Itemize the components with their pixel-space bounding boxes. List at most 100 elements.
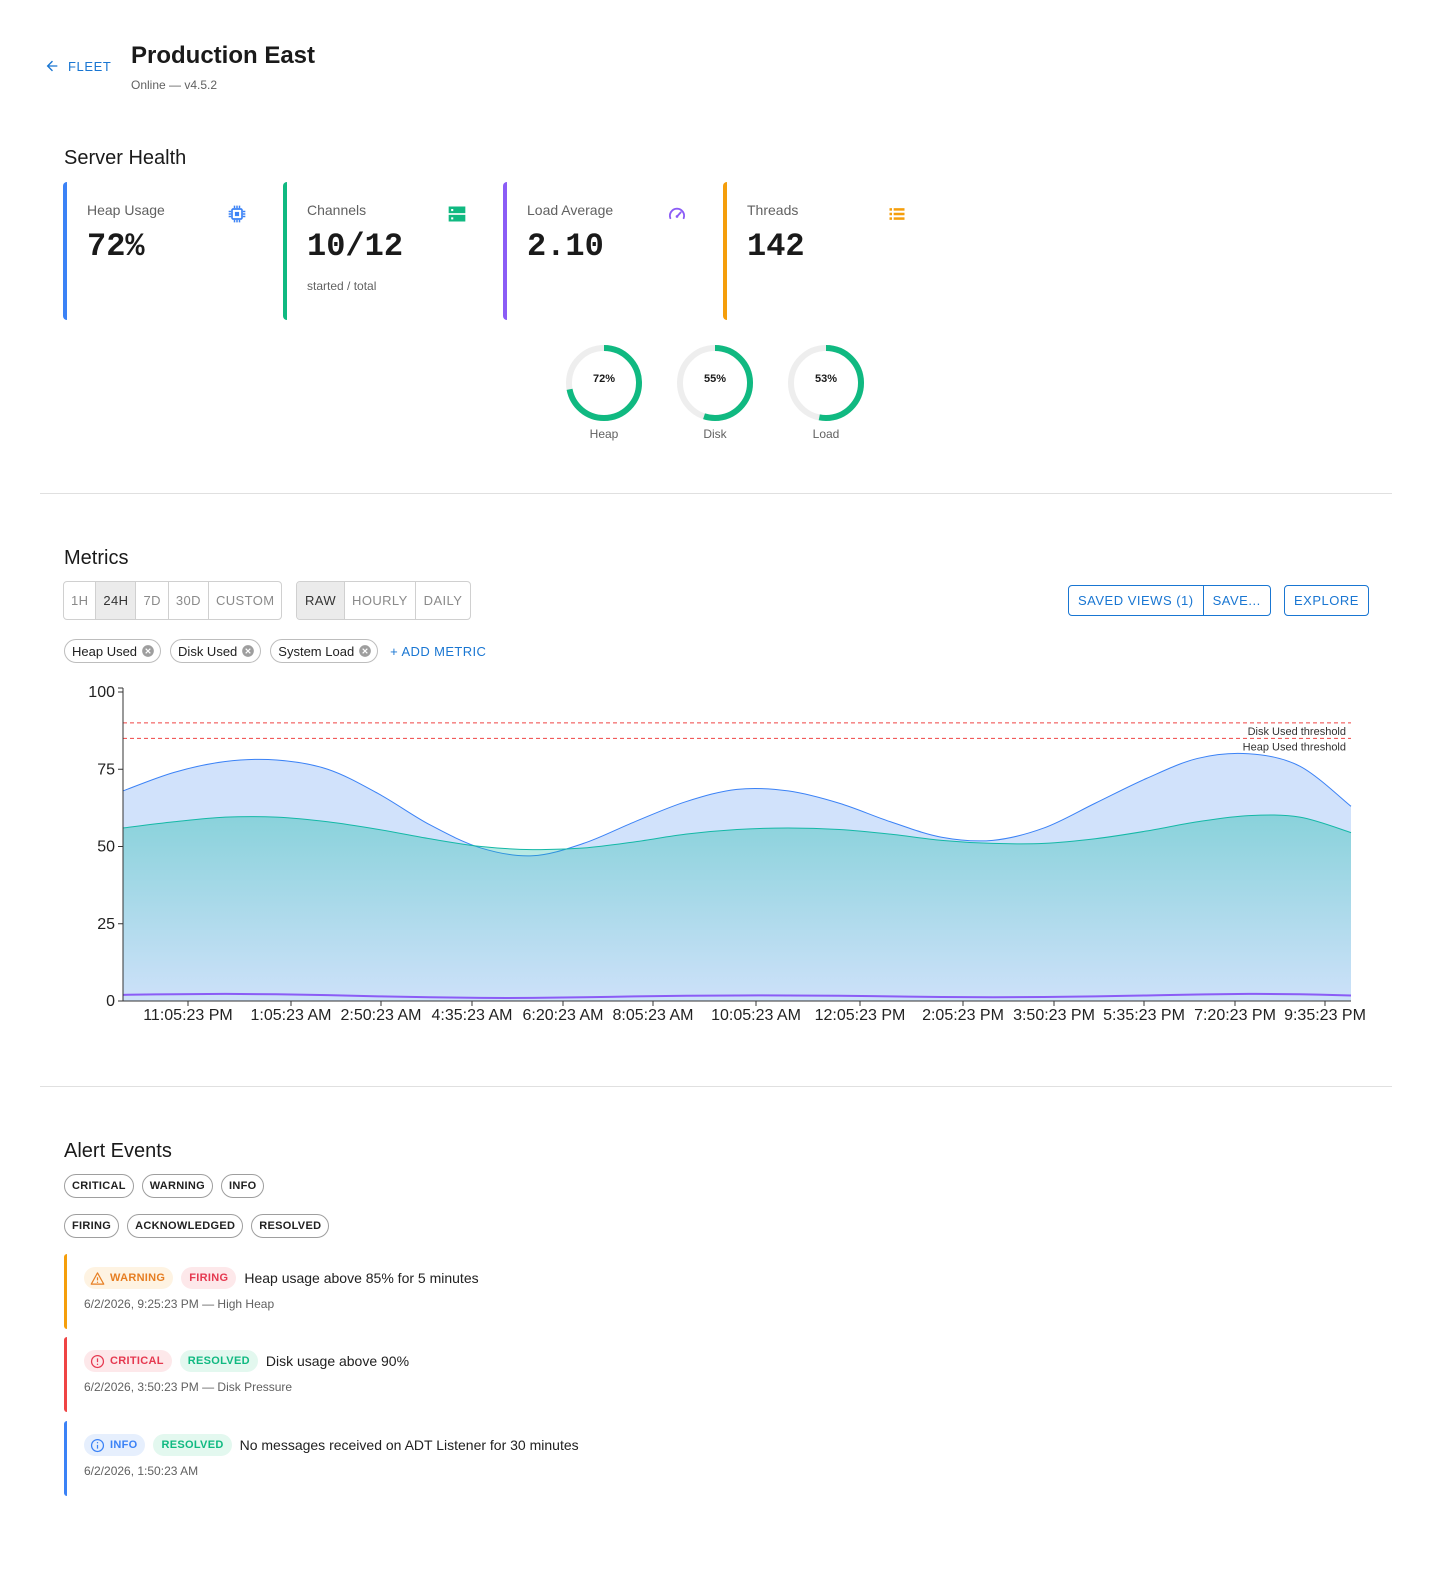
resolution-hourly-button[interactable]: HOURLY	[345, 582, 416, 619]
filter-warning[interactable]: WARNING	[141, 1174, 213, 1198]
load-average-card: Load Average 2.10	[503, 182, 703, 320]
state-badge: RESOLVED	[153, 1434, 232, 1456]
alert-message: Heap usage above 85% for 5 minutes	[244, 1270, 479, 1286]
error-circle-icon	[90, 1354, 105, 1368]
metrics-chart: Disk Used threshold Heap Used threshold 0 2…	[88, 684, 1366, 1024]
x-tick-label: 3:50:23 PM	[1013, 1007, 1095, 1024]
x-tick-label: 12:05:23 PM	[815, 1007, 906, 1024]
severity-badge: CRITICAL	[84, 1350, 172, 1372]
range-1h-button[interactable]: 1H	[64, 582, 97, 619]
back-to-fleet-button[interactable]: FLEET	[44, 58, 111, 74]
server-health-title: Server Health	[64, 147, 187, 169]
y-tick-label: 0	[106, 993, 115, 1010]
info-circle-icon	[90, 1438, 105, 1452]
severity-badge: INFO	[84, 1434, 146, 1456]
range-custom-button[interactable]: CUSTOM	[209, 582, 281, 619]
disk-gauge: 55% Disk	[675, 343, 755, 441]
saved-views-group: SAVED VIEWS (1) SAVE...	[1068, 585, 1271, 616]
x-tick-label: 2:50:23 AM	[341, 1007, 422, 1024]
severity-text: INFO	[110, 1439, 138, 1451]
alert-meta: 6/2/2026, 1:50:23 AM	[84, 1464, 199, 1478]
state-badge: RESOLVED	[179, 1350, 258, 1372]
back-label: FLEET	[68, 58, 112, 74]
card-subtext: started / total	[307, 279, 377, 293]
severity-text: WARNING	[110, 1272, 166, 1284]
warning-triangle-icon	[90, 1271, 105, 1285]
threshold-label: Heap Used threshold	[1243, 741, 1346, 753]
explore-group: EXPLORE	[1284, 585, 1369, 616]
range-24h-button[interactable]: 24H	[96, 582, 137, 619]
speedometer-icon	[669, 207, 685, 220]
alert-message: No messages received on ADT Listener for…	[239, 1437, 579, 1453]
threads-card: Threads 142	[723, 182, 923, 320]
saved-views-button[interactable]: SAVED VIEWS (1)	[1069, 586, 1204, 615]
explore-button[interactable]: EXPLORE	[1285, 586, 1368, 615]
page-title: Production East	[131, 42, 316, 69]
alert-meta: 6/2/2026, 9:25:23 PM — High Heap	[84, 1297, 275, 1311]
gauge-label: Heap	[589, 427, 619, 441]
load-gauge: 53% Load	[786, 343, 866, 441]
metric-chips: Heap Used Disk Used System Load + ADD ME…	[64, 639, 486, 663]
gauge-percent: 53%	[814, 373, 838, 385]
alert-item[interactable]: CRITICAL RESOLVED Disk usage above 90% 6…	[64, 1337, 764, 1412]
time-range-group: 1H 24H 7D 30D CUSTOM	[63, 581, 283, 620]
remove-chip-icon[interactable]	[241, 644, 255, 658]
severity-badge: WARNING	[84, 1267, 174, 1289]
x-tick-label: 4:35:23 AM	[432, 1007, 513, 1024]
channels-card: Channels 10/12 started / total	[283, 182, 483, 320]
severity-filters: CRITICAL WARNING INFO	[64, 1174, 265, 1198]
resolution-raw-button[interactable]: RAW	[297, 582, 346, 619]
filter-info[interactable]: INFO	[221, 1174, 265, 1198]
card-value: 2.10	[527, 228, 604, 265]
card-value: 10/12	[307, 228, 404, 265]
list-icon	[889, 208, 905, 220]
server-icon	[448, 206, 466, 222]
state-filters: FIRING ACKNOWLEDGED RESOLVED	[64, 1214, 330, 1238]
card-value: 142	[747, 228, 805, 265]
metric-chip-label: Heap Used	[72, 643, 138, 659]
alert-item[interactable]: WARNING FIRING Heap usage above 85% for …	[64, 1254, 764, 1329]
x-tick-label: 10:05:23 AM	[711, 1007, 801, 1024]
x-tick-label: 9:35:23 PM	[1284, 1007, 1366, 1024]
section-divider	[40, 1086, 1392, 1087]
server-status: Online — v4.5.2	[131, 78, 218, 92]
remove-chip-icon[interactable]	[141, 644, 155, 658]
resolution-group: RAW HOURLY DAILY	[296, 581, 472, 620]
filter-firing[interactable]: FIRING	[64, 1214, 120, 1238]
add-metric-button[interactable]: + ADD METRIC	[390, 644, 486, 659]
y-tick-label: 25	[97, 916, 115, 933]
metric-chip-label: Disk Used	[178, 643, 238, 659]
card-value: 72%	[87, 228, 145, 265]
metric-chip[interactable]: System Load	[270, 639, 379, 663]
x-tick-label: 5:35:23 PM	[1103, 1007, 1185, 1024]
y-tick-label: 75	[97, 761, 115, 778]
threshold-label: Disk Used threshold	[1248, 726, 1346, 738]
range-7d-button[interactable]: 7D	[136, 582, 169, 619]
metric-chip[interactable]: Disk Used	[170, 639, 262, 663]
metric-chip-label: System Load	[278, 643, 355, 659]
severity-text: CRITICAL	[110, 1355, 164, 1367]
save-view-button[interactable]: SAVE...	[1204, 586, 1270, 615]
gauge-label: Disk	[703, 427, 727, 441]
filter-acknowledged[interactable]: ACKNOWLEDGED	[127, 1214, 244, 1238]
filter-resolved[interactable]: RESOLVED	[251, 1214, 330, 1238]
x-tick-label: 7:20:23 PM	[1194, 1007, 1276, 1024]
x-tick-label: 11:05:23 PM	[143, 1007, 233, 1024]
gauge-percent: 72%	[592, 373, 616, 385]
metric-chip[interactable]: Heap Used	[64, 639, 162, 663]
heap-usage-card: Heap Usage 72%	[63, 182, 263, 320]
x-tick-label: 1:05:23 AM	[251, 1007, 332, 1024]
remove-chip-icon[interactable]	[358, 644, 372, 658]
x-tick-label: 6:20:23 AM	[523, 1007, 604, 1024]
alert-events-title: Alert Events	[64, 1140, 172, 1162]
alert-item[interactable]: INFO RESOLVED No messages received on AD…	[64, 1421, 764, 1496]
y-tick-label: 50	[97, 839, 115, 856]
resolution-daily-button[interactable]: DAILY	[416, 582, 471, 619]
gauge-percent: 55%	[703, 373, 727, 385]
x-tick-label: 2:05:23 PM	[922, 1007, 1004, 1024]
range-30d-button[interactable]: 30D	[169, 582, 209, 619]
filter-critical[interactable]: CRITICAL	[64, 1174, 134, 1198]
alert-meta: 6/2/2026, 3:50:23 PM — Disk Pressure	[84, 1380, 293, 1394]
y-tick-label: 100	[88, 684, 115, 701]
x-tick-label: 8:05:23 AM	[613, 1007, 694, 1024]
